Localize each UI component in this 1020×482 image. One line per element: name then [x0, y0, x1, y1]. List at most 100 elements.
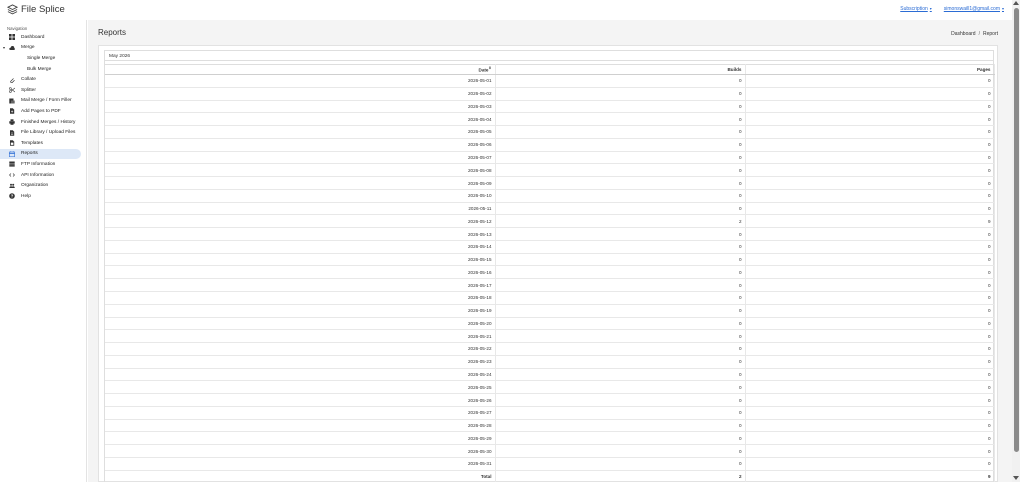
total-label: Total	[105, 470, 496, 482]
table-row: 2026-05-25 0 0	[105, 380, 995, 395]
svg-text:?: ?	[11, 194, 14, 199]
cell-pages: 0	[745, 138, 995, 152]
sidebar-item-templates[interactable]: Templates	[0, 138, 86, 149]
cell-pages: 0	[745, 406, 995, 420]
cell-date: 2026-05-17	[105, 278, 496, 293]
table-row: 2026-05-24 0 0	[105, 368, 995, 382]
cell-builds: 0	[495, 253, 746, 267]
sidebar-item-collate[interactable]: Collate	[0, 74, 86, 85]
top-header: File Splice Subscription ▾ simonswaill1@g…	[0, 0, 1012, 20]
cell-builds: 0	[495, 406, 746, 420]
sidebar-item-file-library-upload-files[interactable]: File Library / Upload Files	[0, 127, 86, 138]
sidebar-item-finished-merges-history[interactable]: Finished Merges / History	[0, 117, 86, 128]
cell-pages: 0	[745, 163, 995, 178]
table-row: 2026-05-01 0 0	[105, 74, 995, 88]
cell-builds: 0	[495, 317, 746, 331]
sidebar-item-organization[interactable]: Organization	[0, 180, 86, 191]
scroll-down-arrow-icon[interactable]	[1013, 476, 1019, 480]
table-row: 2026-05-03 0 0	[105, 100, 995, 114]
cell-builds: 0	[495, 202, 746, 216]
scrollbar-thumb[interactable]	[1013, 8, 1019, 452]
table-row: 2026-05-23 0 0	[105, 355, 995, 369]
file-template-icon	[9, 140, 15, 147]
table-row: 2026-05-12 2 9	[105, 214, 995, 229]
page-scrollbar[interactable]	[1012, 0, 1020, 482]
cell-pages: 0	[745, 329, 995, 344]
breadcrumb-separator: /	[978, 31, 980, 37]
cell-date: 2026-05-25	[105, 380, 496, 395]
column-header-pages: Pages	[745, 64, 995, 75]
cell-pages: 0	[745, 227, 995, 241]
sidebar-item-bulk-merge[interactable]: Bulk Merge	[0, 64, 86, 75]
sidebar-item-splitter[interactable]: Splitter	[0, 85, 86, 96]
sidebar-item-api-information[interactable]: API Information	[0, 170, 86, 181]
sidebar-item-ftp-information[interactable]: FTP Information	[0, 159, 86, 170]
cell-date: 2026-05-01	[105, 74, 496, 88]
sidebar-item-label: Finished Merges / History	[21, 119, 76, 125]
table-row: 2026-05-17 0 0	[105, 278, 995, 293]
sidebar-item-dashboard[interactable]: Dashboard	[0, 32, 86, 43]
scroll-up-arrow-icon[interactable]	[1013, 1, 1019, 5]
sort-icon[interactable]: ⬍	[488, 66, 491, 70]
cell-builds: 0	[495, 457, 746, 471]
table-row: 2026-05-13 0 0	[105, 227, 995, 241]
column-header-date[interactable]: Date⬍	[105, 64, 496, 75]
cell-pages: 0	[745, 304, 995, 318]
paperclip-icon	[9, 77, 15, 83]
account-menu[interactable]: simonswaill1@gmail.com ▾	[944, 6, 1004, 12]
sidebar-item-add-pages-to-pdf[interactable]: Add Pages to PDF	[0, 106, 86, 117]
cell-date: 2026-05-10	[105, 189, 496, 203]
total-pages: 9	[745, 470, 995, 482]
sidebar-item-merge[interactable]: ▾ Merge	[0, 43, 86, 54]
cell-pages: 0	[745, 380, 995, 395]
sidebar-item-mail-merge-form-filler[interactable]: Mail Merge / Form Filler	[0, 96, 86, 107]
table-row: 2026-05-20 0 0	[105, 317, 995, 331]
sidebar-item-label: Splitter	[21, 87, 36, 93]
app-logo[interactable]: File Splice	[7, 4, 65, 15]
cell-pages: 0	[745, 317, 995, 331]
cell-date: 2026-05-15	[105, 253, 496, 267]
cell-builds: 0	[495, 151, 746, 165]
sidebar-item-reports[interactable]: Reports	[0, 148, 81, 160]
cell-builds: 0	[495, 112, 746, 127]
table-row: 2026-05-27 0 0	[105, 406, 995, 420]
chevron-down-icon: ▾	[1001, 6, 1004, 11]
cell-pages: 0	[745, 100, 995, 114]
main-content: Reports Dashboard / Report May 2026 Date⬍ …	[88, 20, 1012, 482]
subscription-link[interactable]: Subscription ▾	[900, 6, 932, 12]
cell-date: 2026-05-31	[105, 457, 496, 471]
table-row: 2026-05-16 0 0	[105, 265, 995, 280]
cell-builds: 0	[495, 368, 746, 382]
table-row: 2026-05-09 0 0	[105, 176, 995, 190]
cell-date: 2026-05-22	[105, 342, 496, 356]
table-row: 2026-05-29 0 0	[105, 431, 995, 446]
sidebar-item-label: Bulk Merge	[27, 66, 52, 72]
report-panel: May 2026 Date⬍ Builds Pages 2026-05-01 0 0…	[104, 50, 995, 482]
column-header-builds: Builds	[495, 64, 746, 75]
cell-pages: 0	[745, 368, 995, 382]
cell-date: 2026-05-30	[105, 444, 496, 458]
cell-date: 2026-05-04	[105, 112, 496, 127]
cell-builds: 0	[495, 291, 746, 305]
expand-caret-icon[interactable]: ▾	[3, 45, 5, 50]
printer-icon	[9, 119, 15, 125]
sidebar-item-label: Help	[21, 193, 31, 199]
cell-pages: 0	[745, 74, 995, 88]
cell-date: 2026-05-23	[105, 355, 496, 369]
cell-date: 2026-05-21	[105, 329, 496, 344]
cell-pages: 9	[745, 214, 995, 229]
sidebar-item-single-merge[interactable]: Single Merge	[0, 53, 86, 64]
table-row: 2026-05-11 0 0	[105, 202, 995, 216]
table-row: 2026-05-10 0 0	[105, 189, 995, 203]
account-email: simonswaill1@gmail.com	[943, 6, 1000, 12]
breadcrumb-dashboard[interactable]: Dashboard	[951, 31, 975, 37]
table-row: 2026-05-26 0 0	[105, 393, 995, 407]
sidebar-item-help[interactable]: ? Help	[0, 191, 86, 202]
table-row: 2026-05-19 0 0	[105, 304, 995, 318]
cell-date: 2026-05-11	[105, 202, 496, 216]
cell-pages: 0	[745, 189, 995, 203]
cell-builds: 0	[495, 393, 746, 407]
cell-builds: 0	[495, 355, 746, 369]
grid-icon	[9, 34, 15, 41]
sidebar-item-label: Merge	[21, 45, 35, 51]
